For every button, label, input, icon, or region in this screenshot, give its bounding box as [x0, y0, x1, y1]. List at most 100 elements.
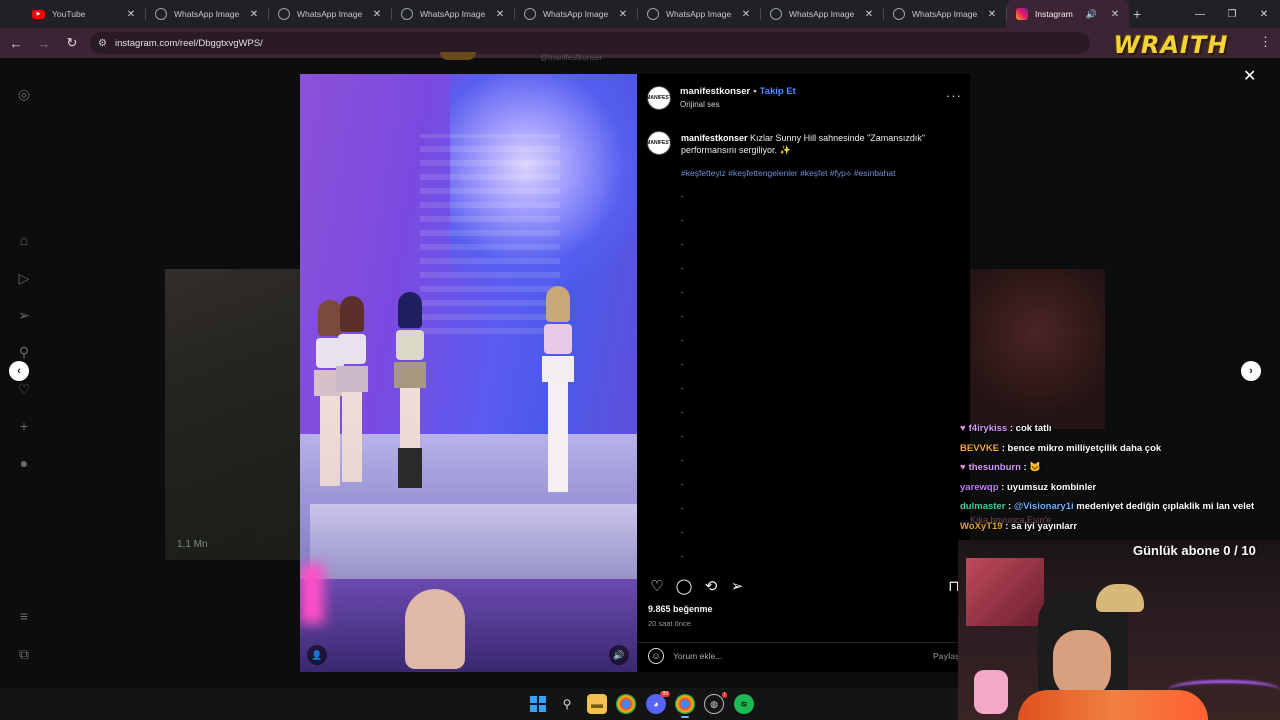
- tab-close-icon[interactable]: ✕: [1109, 9, 1121, 20]
- apps-icon[interactable]: ⧉: [14, 644, 34, 664]
- chat-message: ♥ thesunburn : 🐱: [960, 462, 1042, 474]
- tab-close-icon[interactable]: ✕: [248, 9, 260, 20]
- post-comment-button[interactable]: Paylaş: [933, 651, 960, 661]
- browser-tab[interactable]: WhatsApp Image 2024 ✕: [883, 0, 1006, 28]
- post-hashtags[interactable]: #keşfetteyiz #keşfettengelenler #keşfet …: [681, 168, 895, 179]
- browser-tab[interactable]: WhatsApp Image 2024 ✕: [637, 0, 760, 28]
- reel-video[interactable]: 👤 🔊: [300, 74, 637, 672]
- globe-icon: [278, 8, 290, 20]
- previous-arrow-icon[interactable]: ‹: [9, 361, 29, 381]
- caption-dot: .: [681, 213, 684, 223]
- more-menu-icon[interactable]: ≡: [14, 606, 34, 626]
- obs-icon[interactable]: ◍!: [704, 692, 727, 714]
- caption-dot: .: [681, 381, 684, 391]
- chat-username: yarewqp: [960, 481, 999, 493]
- back-icon[interactable]: ←: [4, 36, 28, 51]
- figurine: [974, 670, 1008, 714]
- chat-username: dulmaster: [960, 501, 1006, 513]
- search-icon[interactable]: ⚲: [14, 342, 34, 362]
- maximize-icon[interactable]: ❐: [1216, 9, 1248, 20]
- performer: [328, 296, 376, 496]
- browser-menu-icon[interactable]: ⋮: [1259, 34, 1272, 50]
- audio-label[interactable]: Orijinal ses: [680, 100, 720, 109]
- tab-close-icon[interactable]: ✕: [863, 9, 875, 20]
- chat-text: 🐱: [1029, 462, 1042, 474]
- tab-close-icon[interactable]: ✕: [494, 9, 506, 20]
- share-icon[interactable]: ➢: [727, 576, 747, 596]
- close-modal-icon[interactable]: ✕: [1243, 66, 1256, 86]
- chat-text: cok tatlı: [1015, 423, 1052, 434]
- previous-reel-preview[interactable]: 1,1 Mn: [165, 269, 300, 560]
- tab-close-icon[interactable]: ✕: [986, 9, 998, 20]
- follow-button[interactable]: Takip Et: [760, 86, 796, 97]
- tab-close-icon[interactable]: ✕: [371, 9, 383, 20]
- tab-close-icon[interactable]: ✕: [740, 9, 752, 20]
- browser-tab[interactable]: WhatsApp Image 2024 ✕: [760, 0, 883, 28]
- subscriber-goal: Günlük abone 0 / 10: [1133, 543, 1256, 558]
- browser-tab[interactable]: WhatsApp Image 2024 ✕: [514, 0, 637, 28]
- discord-icon[interactable]: ◕ 99: [646, 691, 670, 714]
- chrome-icon[interactable]: [616, 694, 636, 714]
- globe-icon: [647, 8, 659, 20]
- caption-avatar[interactable]: MANIFEST: [646, 131, 672, 155]
- browser-tab[interactable]: ▶ YouTube ✕: [22, 0, 145, 28]
- post-header: manifestkonser • Takip Et: [680, 86, 796, 97]
- tab-label: WhatsApp Image 2024: [174, 9, 242, 19]
- caption-dot: .: [681, 357, 684, 367]
- tagged-users-icon[interactable]: 👤: [307, 645, 327, 665]
- caption-dot: .: [681, 189, 684, 199]
- caption-dot: .: [681, 453, 684, 463]
- reels-icon[interactable]: ▷: [14, 268, 34, 288]
- next-reel-preview[interactable]: [970, 269, 1105, 429]
- reload-icon[interactable]: ↻: [60, 35, 84, 51]
- spotify-icon[interactable]: ≋: [734, 694, 754, 714]
- instagram-logo-icon[interactable]: ◎: [14, 84, 34, 104]
- tab-audio-icon[interactable]: 🔊: [1086, 9, 1097, 20]
- url-text[interactable]: instagram.com/reel/DbggtxvgWPS/: [115, 38, 263, 49]
- chat-message: BEVVKE : bence mikro milliyetçilik daha …: [960, 442, 1162, 454]
- chat-username: thesunburn: [968, 462, 1021, 474]
- comment-input[interactable]: [673, 648, 913, 664]
- caption-dot: .: [681, 285, 684, 295]
- browser-tab[interactable]: WhatsApp Image 2024 ✕: [268, 0, 391, 28]
- caption-dot: .: [681, 309, 684, 319]
- more-options-icon[interactable]: ···: [946, 88, 962, 103]
- file-explorer-icon[interactable]: ▬: [587, 694, 607, 714]
- search-taskbar-icon[interactable]: ⚲: [557, 694, 577, 714]
- next-arrow-icon[interactable]: ›: [1241, 361, 1261, 381]
- create-icon[interactable]: +: [14, 416, 34, 436]
- minimize-icon[interactable]: —: [1184, 9, 1216, 20]
- windows-start-icon[interactable]: [528, 694, 548, 714]
- close-window-icon[interactable]: ✕: [1248, 9, 1280, 20]
- chat-message: ♥ f4irykiss : cok tatlı: [960, 423, 1052, 434]
- chat-mention: @Visionary1i: [1013, 501, 1074, 513]
- home-icon[interactable]: ⌂: [14, 230, 34, 250]
- notifications-icon[interactable]: ♡: [14, 379, 34, 399]
- wraith-logo: WRAITH: [1113, 31, 1229, 59]
- tab-close-icon[interactable]: ✕: [125, 9, 137, 20]
- repost-icon[interactable]: ⟲: [701, 576, 721, 596]
- post-caption: manifestkonser Kızlar Sunny Hill sahnesi…: [681, 132, 951, 156]
- tab-close-icon[interactable]: ✕: [617, 9, 629, 20]
- new-tab-icon[interactable]: +: [1133, 6, 1141, 22]
- comment-icon[interactable]: ◯: [674, 576, 694, 596]
- globe-icon: [155, 8, 167, 20]
- post-author-username[interactable]: manifestkonser: [680, 86, 750, 97]
- tab-label: WhatsApp Image 2024: [543, 9, 611, 19]
- caption-username[interactable]: manifestkonser: [681, 133, 748, 143]
- like-icon[interactable]: ♡: [647, 576, 667, 596]
- address-bar[interactable]: ⚙ instagram.com/reel/DbggtxvgWPS/: [90, 32, 1090, 54]
- caption-dot: .: [681, 477, 684, 487]
- browser-tab[interactable]: Instagram 🔊 ✕: [1006, 0, 1129, 28]
- messages-icon[interactable]: ➢: [14, 305, 34, 325]
- post-author-avatar[interactable]: MANIFEST: [646, 86, 672, 110]
- profile-icon[interactable]: ●: [14, 453, 34, 473]
- forward-icon[interactable]: →: [32, 36, 56, 51]
- volume-icon[interactable]: 🔊: [609, 645, 629, 665]
- chrome-profile-icon[interactable]: [675, 694, 695, 714]
- browser-tab[interactable]: WhatsApp Image 2024 ✕: [391, 0, 514, 28]
- site-info-icon[interactable]: ⚙: [98, 38, 107, 49]
- like-count[interactable]: 9.865 beğenme: [648, 604, 713, 614]
- emoji-icon[interactable]: ☺: [648, 648, 664, 664]
- browser-tab[interactable]: WhatsApp Image 2024 ✕: [145, 0, 268, 28]
